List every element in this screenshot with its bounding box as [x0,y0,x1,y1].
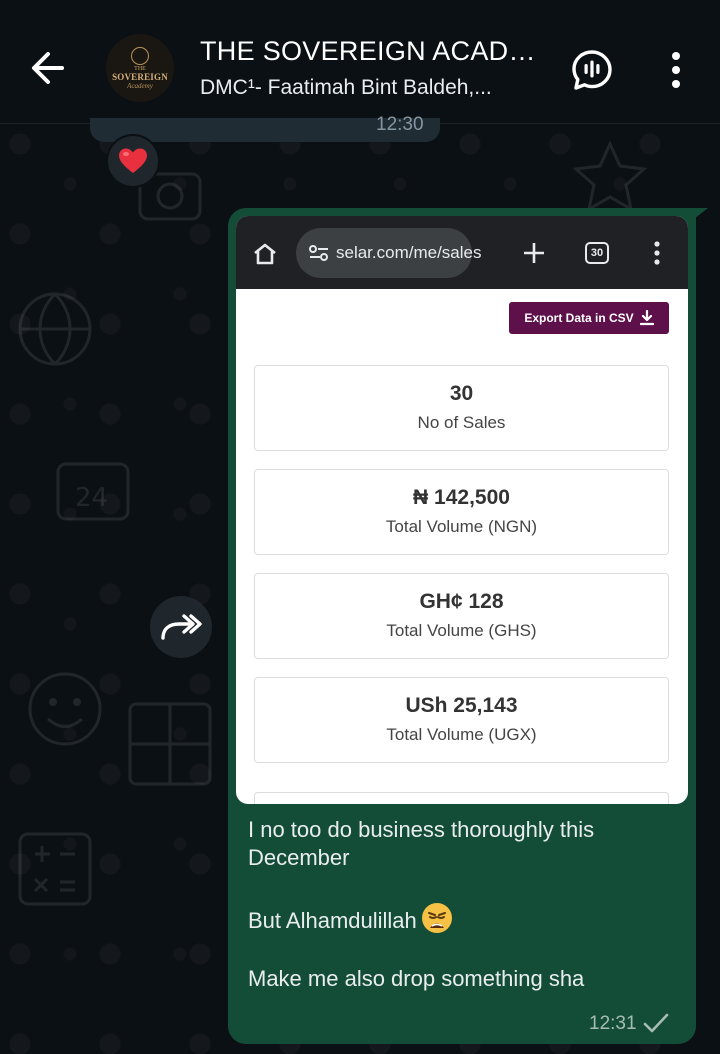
stat-card: ₦ 142,500 Total Volume (NGN) [254,469,669,555]
download-icon [639,310,654,326]
site-settings-icon [309,245,328,261]
svg-text:24: 24 [75,483,108,513]
back-button[interactable] [28,46,68,90]
tabs-count-badge: 30 [585,242,609,264]
doodle-globe-icon [18,292,92,366]
export-csv-label: Export Data in CSV [524,311,634,325]
overflow-menu-button[interactable] [664,50,688,90]
forward-arrow-icon [161,614,202,640]
more-vertical-icon [654,241,660,265]
single-check-icon [643,1013,669,1033]
heart-emoji-icon [119,148,147,173]
group-avatar[interactable]: THE SOVEREIGN Academy [106,34,174,102]
doodle-calculator-icon [18,832,92,906]
stat-value: USh 25,143 [405,694,518,717]
message-line: But Alhamdulillah [248,908,417,933]
bubble-tail [690,208,708,222]
stat-card-partial [254,792,669,804]
address-bar: selar.com/me/sales [296,228,482,278]
stat-value: ₦ 142,500 [413,486,510,509]
forward-button[interactable] [150,596,212,658]
previous-message-time: 12:30 [376,114,424,135]
crest-icon [131,46,149,65]
stat-label: No of Sales [417,413,506,432]
message-reaction[interactable] [106,134,160,188]
chat-subtitle[interactable]: DMC¹- Faatimah Bint Baldeh,... [200,76,540,100]
message-line: I no too do business thoroughly this Dec… [248,817,595,870]
export-csv-button: Export Data in CSV [509,302,669,334]
arrow-left-icon [32,52,64,84]
plus-icon [524,243,544,263]
home-icon [254,243,276,265]
message-text: I no too do business thoroughly this Dec… [248,816,678,993]
stat-label: Total Volume (GHS) [386,621,537,640]
stat-card: USh 25,143 Total Volume (UGX) [254,677,669,763]
attached-image[interactable]: selar.com/me/sales 30 Export Data in CSV… [236,216,688,804]
stat-label: Total Volume (NGN) [385,517,538,536]
stat-card: 30 No of Sales [254,365,669,451]
message-line: Make me also drop something sha [248,966,585,991]
doodle-grid-icon [128,702,212,786]
message-time: 12:31 [589,1013,637,1034]
chat-header: THE SOVEREIGN Academy THE SOVEREIGN ACAD… [0,0,720,124]
doodle-calendar-icon: 24 [56,462,130,521]
doodle-smiley-icon [28,672,102,746]
stat-label: Total Volume (UGX) [386,725,537,744]
avatar-text-sovereign: SOVEREIGN [112,71,168,82]
browser-toolbar: selar.com/me/sales 30 [236,216,688,289]
weary-face-emoji-icon [421,903,452,933]
stat-value: GH¢ 128 [419,590,504,613]
stat-card: GH¢ 128 Total Volume (GHS) [254,573,669,659]
stat-value: 30 [449,382,474,405]
voice-chat-button[interactable] [570,48,614,92]
url-text: selar.com/me/sales [336,243,482,262]
avatar-text-academy: Academy [127,81,153,90]
doodle-star-icon [572,140,648,212]
chat-title[interactable]: THE SOVEREIGN ACADE... [200,36,550,67]
message-line-with-emoji: But Alhamdulillah [248,902,678,935]
voice-chat-icon [572,50,612,90]
more-vertical-icon [672,52,680,88]
